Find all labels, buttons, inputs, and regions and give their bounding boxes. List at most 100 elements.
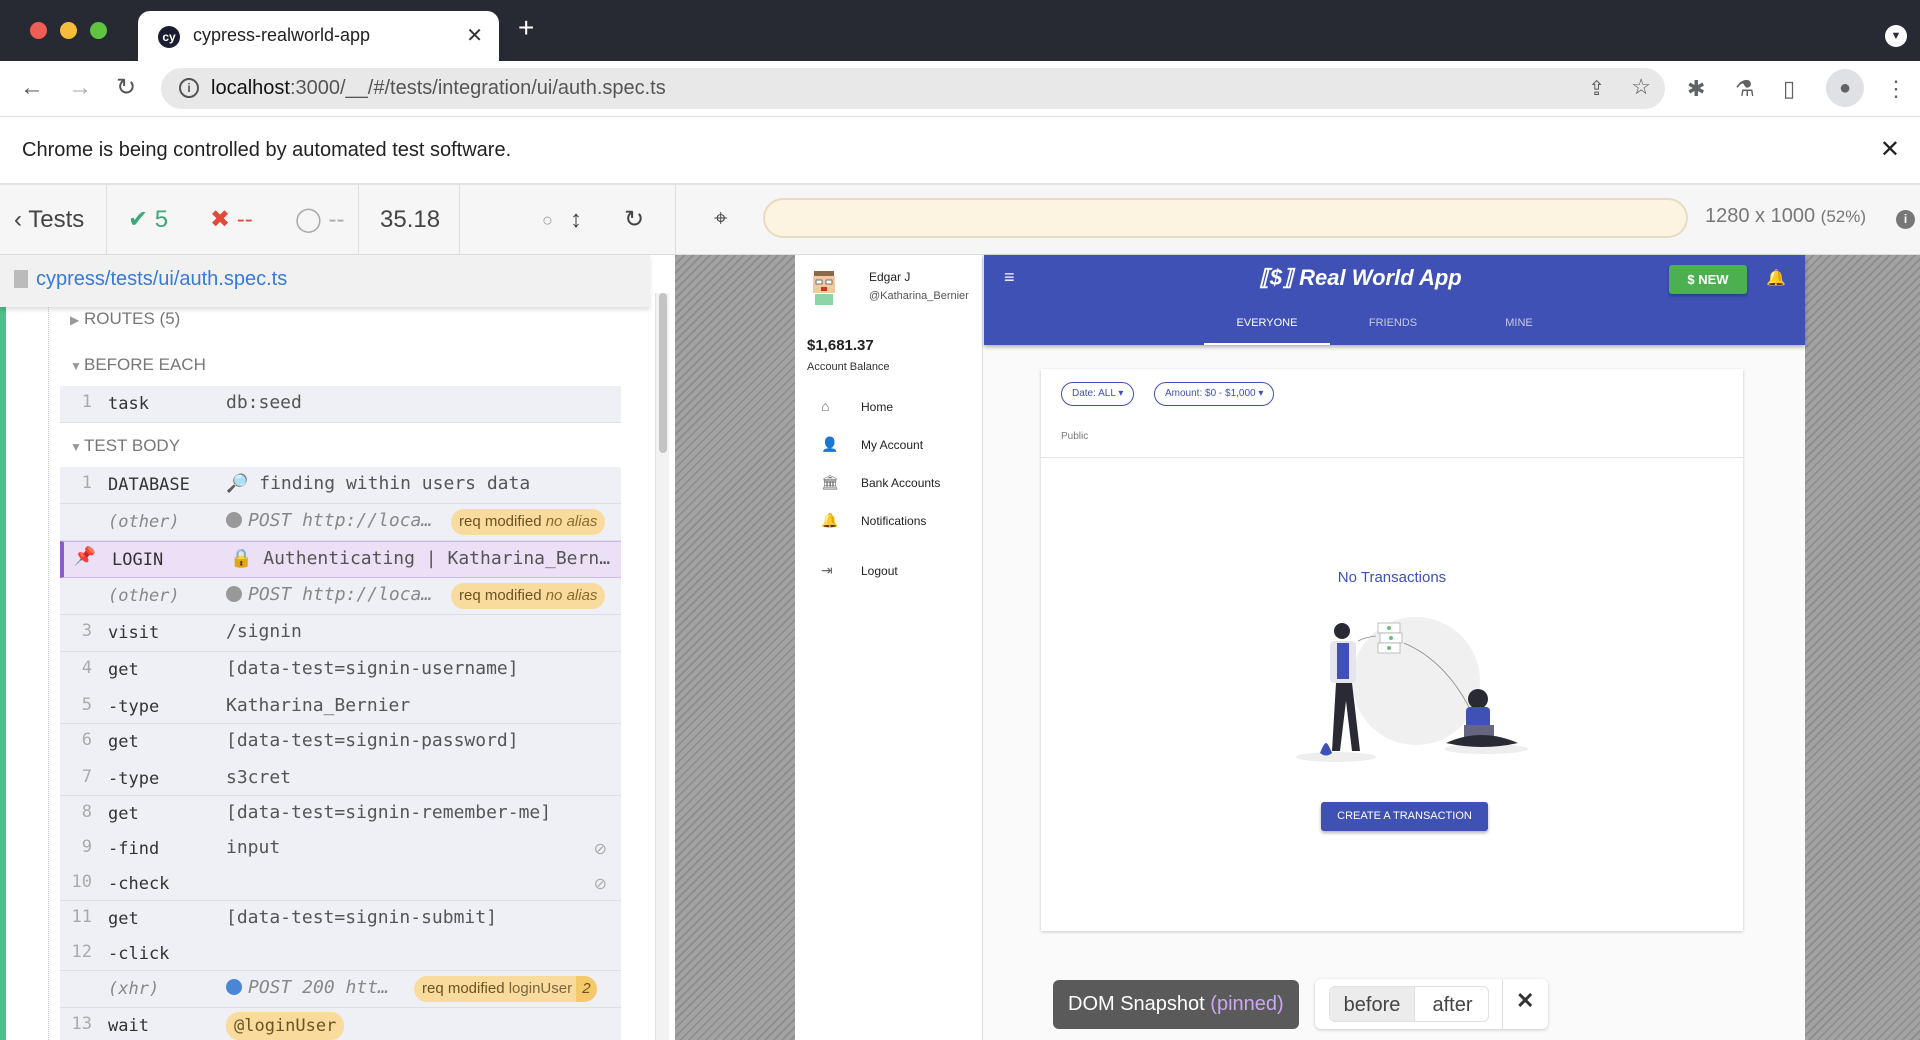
command-number: 8 [81,802,92,822]
expand-collapse-icon[interactable]: ↕ [570,205,582,235]
selector-playground-icon[interactable]: ⌖ [714,205,728,233]
viewport-info-icon[interactable]: i [1896,210,1915,229]
site-info-icon[interactable]: i [179,78,199,98]
empty-state-illustration [1296,617,1528,762]
sidebar-item-bank-accounts[interactable]: 🏛 Bank Accounts [821,474,940,491]
close-window-button[interactable] [30,22,47,39]
command-row[interactable]: (xhr) POST 200 htt… req modified loginUs… [60,971,621,1008]
back-icon[interactable]: ← [20,73,44,103]
divider [1502,979,1503,1029]
command-message-text: POST http://loca… [248,584,433,605]
side-panel-icon[interactable]: ▯ [1783,76,1795,102]
pin-icon[interactable]: 📌 [72,546,96,567]
share-icon[interactable]: ⇪ [1588,76,1605,101]
command-row[interactable]: 12 -click [60,936,621,971]
tab-friends[interactable]: FRIENDS [1330,317,1456,329]
intercept-badge: req modified loginUser 2 [414,976,597,1002]
before-each-section[interactable]: ▼ BEFORE EACH [70,355,206,375]
command-row[interactable]: (other) POST http://loca… req modified n… [60,504,621,541]
address-bar[interactable]: i localhost:3000/__/#/tests/integration/… [161,68,1665,109]
dom-snapshot-label: DOM Snapshot (pinned) [1053,980,1299,1029]
command-message-text: Authenticating | Katharina_Bern… [263,548,611,569]
notifications-bell-icon[interactable]: 🔔 [1766,268,1786,288]
auto-scroll-toggle[interactable]: ○ [542,205,553,235]
url-path: :3000/__/#/tests/integration/ui/auth.spe… [289,77,666,99]
command-number: 1 [81,392,92,412]
file-icon [14,270,28,288]
sidebar-item-my-account[interactable]: 👤 My Account [821,436,923,453]
scrollbar-thumb[interactable] [659,293,667,453]
divider [106,185,107,255]
badge-alias: no alias [545,513,598,530]
reload-icon[interactable]: ↻ [116,73,136,103]
more-menu-icon[interactable]: ⋮ [1885,76,1907,102]
app-top-bar: ≡ ⟦$⟧ Real World App $ NEW 🔔 EVERYONE FR… [984,255,1805,345]
tab-search-icon[interactable]: ▼ [1885,25,1907,47]
command-row[interactable]: 10 -check ⊘ [60,866,621,901]
amount-filter[interactable]: Amount: $0 - $1,000 ▾ [1154,382,1275,406]
app-under-test: Edgar J @Katharina_Bernier $1,681.37 Acc… [795,255,1805,1040]
command-row[interactable]: 9 -find input ⊘ [60,831,621,868]
alias-badge[interactable]: @loginUser [226,1012,345,1040]
reporter-scrollbar[interactable] [655,293,669,1040]
hamburger-menu-icon[interactable]: ≡ [1004,267,1015,288]
command-name: get [108,660,139,680]
command-row[interactable]: 4 get [data-test=signin-username] [60,652,621,689]
command-row[interactable]: 1 task db:seed [60,386,621,423]
pending-count: -- [328,206,345,233]
tab-title: cypress-realworld-app [193,25,371,45]
minimize-window-button[interactable] [60,22,77,39]
command-row[interactable]: 8 get [data-test=signin-remember-me] [60,796,621,833]
command-row[interactable]: 11 get [data-test=signin-submit] [60,901,621,938]
new-tab-icon[interactable]: + [518,14,534,42]
routes-label: ROUTES (5) [84,309,181,328]
status-dot-icon [226,512,242,528]
after-snapshot-button[interactable]: after [1414,987,1488,1021]
badge-label: req modified [422,980,505,997]
command-row[interactable]: 1 DATABASE 🔎 finding within users data [60,467,621,504]
sidebar-item-notifications[interactable]: 🔔 Notifications [821,512,926,529]
spec-path-link[interactable]: cypress/tests/ui/auth.spec.ts [36,268,287,291]
tab-everyone[interactable]: EVERYONE [1204,317,1330,345]
before-snapshot-button[interactable]: before [1330,987,1414,1021]
command-row[interactable]: 6 get [data-test=signin-password] [60,724,621,761]
command-row[interactable]: (other) POST http://loca… req modified n… [60,578,621,615]
forward-icon[interactable]: → [68,73,92,103]
sidebar-item-label: My Account [861,438,924,452]
labs-flask-icon[interactable]: ⚗ [1735,76,1755,102]
command-row-pinned[interactable]: 📌 LOGIN 🔒 Authenticating | Katharina_Ber… [60,541,621,578]
magnifier-icon: 🔎 [226,473,260,494]
sidebar-item-logout[interactable]: ⇥ Logout [821,562,898,579]
aut-header: ⌖ 1280 x 1000 (52%) i [675,185,1920,255]
date-filter[interactable]: Date: ALL ▾ [1061,382,1135,406]
unpin-snapshot-close-icon[interactable]: ✕ [1516,988,1534,1014]
aut-url-field[interactable] [763,198,1688,238]
bookmark-star-icon[interactable]: ☆ [1631,74,1651,100]
tab-mine[interactable]: MINE [1456,317,1582,329]
test-body-section[interactable]: ▼ TEST BODY [70,436,180,456]
divider [459,185,460,255]
maximize-window-button[interactable] [90,22,107,39]
new-transaction-button[interactable]: $ NEW [1669,265,1747,294]
command-row[interactable]: 3 visit /signin [60,615,621,652]
profile-icon[interactable]: ● [1826,69,1864,107]
url-text: localhost:3000/__/#/tests/integration/ui… [211,77,666,100]
rerun-icon[interactable]: ↻ [624,205,644,235]
create-transaction-button[interactable]: CREATE A TRANSACTION [1321,802,1488,831]
command-row[interactable]: 7 -type s3cret [60,761,621,796]
close-tab-icon[interactable]: ✕ [466,23,483,48]
routes-section[interactable]: ▶ ROUTES (5) [70,309,180,329]
command-name: (xhr) [108,979,160,999]
sidebar-item-home[interactable]: ⌂ Home [821,398,893,414]
command-message: s3cret [226,767,292,788]
command-row[interactable]: 13 wait @loginUser [60,1008,621,1040]
snapshot-pinned-text: (pinned) [1210,993,1284,1015]
close-infobar-icon[interactable]: ✕ [1880,135,1900,164]
command-row[interactable]: 5 -type Katharina_Bernier [60,689,621,724]
tests-back-button[interactable]: ‹ Tests [14,205,84,235]
extensions-icon[interactable]: ✱ [1687,76,1705,102]
intercept-badge: req modified no alias [451,509,606,535]
command-number: 11 [71,907,92,927]
browser-tab[interactable]: cy cypress-realworld-app ✕ [138,11,499,61]
caret-down-icon: ▼ [70,440,82,454]
